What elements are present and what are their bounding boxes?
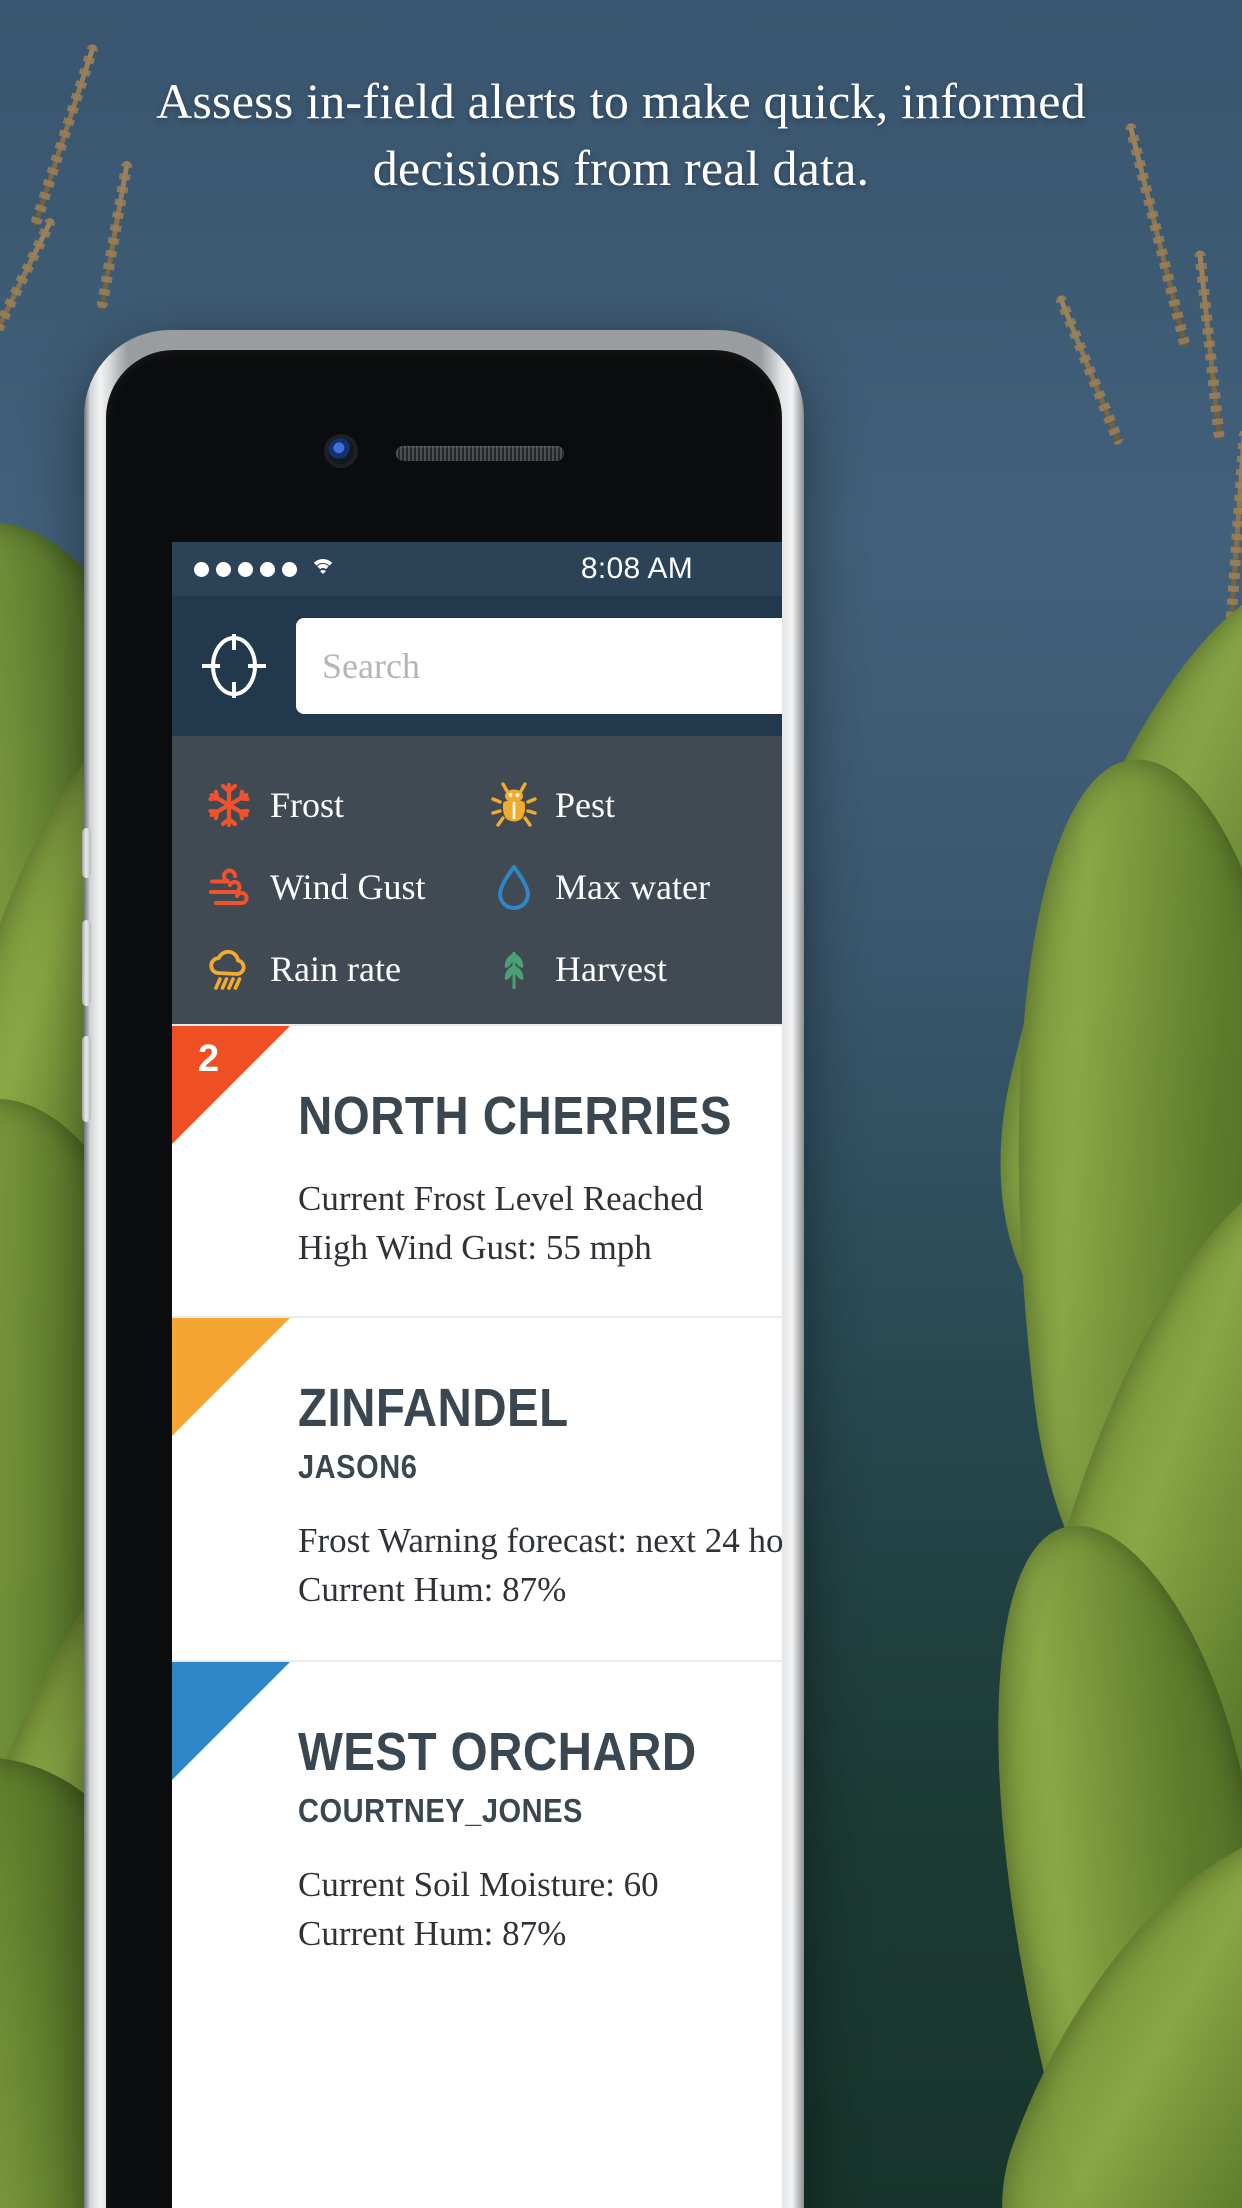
earpiece-speaker-icon xyxy=(396,446,564,461)
phone-face: 8:08 AM 100% xyxy=(106,350,782,2208)
legend-label: Max water xyxy=(555,867,710,907)
search-placeholder: Search xyxy=(322,646,420,686)
alert-card-title: WEST ORCHARD xyxy=(298,1722,697,1782)
alert-card-line-1: Current Soil Moisture: 60 xyxy=(298,1865,659,1905)
alert-card-title: ZINFANDEL xyxy=(298,1378,569,1438)
alert-corner-flag xyxy=(172,1662,290,1780)
legend-item-max-water[interactable]: Max water xyxy=(491,852,782,922)
alert-card-list: 2 NORTH CHERRIES Current Frost Level Rea… xyxy=(172,1024,782,2004)
wheat-leaf-icon xyxy=(491,946,537,992)
search-header: Search xyxy=(172,596,782,736)
app-screen: 8:08 AM 100% xyxy=(172,542,782,2208)
alert-card-title: NORTH CHERRIES xyxy=(298,1086,732,1146)
legend-label: Rain rate xyxy=(270,949,401,989)
legend-label: Pest xyxy=(555,785,616,825)
alert-card-line-2: Current Hum: 87% xyxy=(298,1570,567,1610)
front-camera-icon xyxy=(328,438,354,464)
legend-and-peek-row: Frost Pest Wind Gust Max water Rain rate… xyxy=(172,736,782,1024)
rain-cloud-icon xyxy=(206,946,252,992)
crosshair-target-icon[interactable] xyxy=(200,632,268,700)
snowflake-icon xyxy=(206,782,252,828)
alert-card-details: Current Frost Level Reached High Wind Gu… xyxy=(298,1174,782,1272)
alert-card-north-cherries[interactable]: 2 NORTH CHERRIES Current Frost Level Rea… xyxy=(172,1024,782,1316)
legend-label: Harvest xyxy=(555,949,667,989)
status-bar-left xyxy=(194,559,581,579)
alert-card-owner: COURTNEY_JONES xyxy=(298,1792,583,1830)
corn-foliage-right xyxy=(907,0,1242,2208)
alert-card-details: Current Soil Moisture: 60 Current Hum: 8… xyxy=(298,1860,782,1958)
bug-icon xyxy=(491,782,537,828)
legend-item-frost[interactable]: Frost xyxy=(206,770,491,840)
page-headline: Assess in-field alerts to make quick, in… xyxy=(156,73,1086,196)
alert-card-line-2: High Wind Gust: 55 mph xyxy=(298,1228,652,1268)
alert-card-line-1: Current Frost Level Reached xyxy=(298,1179,704,1219)
legend-item-pest[interactable]: Pest xyxy=(491,770,782,840)
wind-gust-icon xyxy=(206,864,252,910)
legend-label: Wind Gust xyxy=(270,867,426,907)
signal-strength-icon xyxy=(194,561,297,577)
legend-grid: Frost Pest Wind Gust Max water Rain rate… xyxy=(206,770,782,1004)
mute-switch[interactable] xyxy=(82,828,91,878)
legend-item-wind-gust[interactable]: Wind Gust xyxy=(206,852,491,922)
promo-screenshot: Assess in-field alerts to make quick, in… xyxy=(0,0,1242,2208)
search-input[interactable]: Search xyxy=(296,618,782,714)
status-bar-right: 100% xyxy=(693,552,782,586)
alert-card-owner: JASON6 xyxy=(298,1448,418,1486)
status-bar-time: 8:08 AM xyxy=(580,552,694,585)
phone-mockup: 8:08 AM 100% xyxy=(82,330,804,2208)
alert-card-line-2: Current Hum: 87% xyxy=(298,1914,567,1954)
alert-corner-flag xyxy=(172,1318,290,1436)
alert-legend-panel: Frost Pest Wind Gust Max water Rain rate… xyxy=(172,736,782,1024)
alert-card-west-orchard[interactable]: WEST ORCHARD COURTNEY_JONES Current Soil… xyxy=(172,1660,782,2004)
legend-label: Frost xyxy=(270,785,345,825)
legend-item-rain-rate[interactable]: Rain rate xyxy=(206,934,491,1004)
alert-corner-flag xyxy=(172,1026,290,1144)
alert-card-line-1: Frost Warning forecast: next 24 hours xyxy=(298,1521,782,1561)
volume-down-button[interactable] xyxy=(82,1036,91,1122)
legend-item-harvest[interactable]: Harvest xyxy=(491,934,782,1004)
volume-up-button[interactable] xyxy=(82,920,91,1006)
water-drop-icon xyxy=(491,864,537,910)
status-bar: 8:08 AM 100% xyxy=(172,542,782,596)
alert-card-zinfandel[interactable]: ZINFANDEL JASON6 Frost Warning forecast:… xyxy=(172,1316,782,1660)
wifi-icon xyxy=(310,559,336,579)
alert-card-details: Frost Warning forecast: next 24 hours Cu… xyxy=(298,1516,782,1614)
alert-badge-count: 2 xyxy=(198,1038,220,1080)
